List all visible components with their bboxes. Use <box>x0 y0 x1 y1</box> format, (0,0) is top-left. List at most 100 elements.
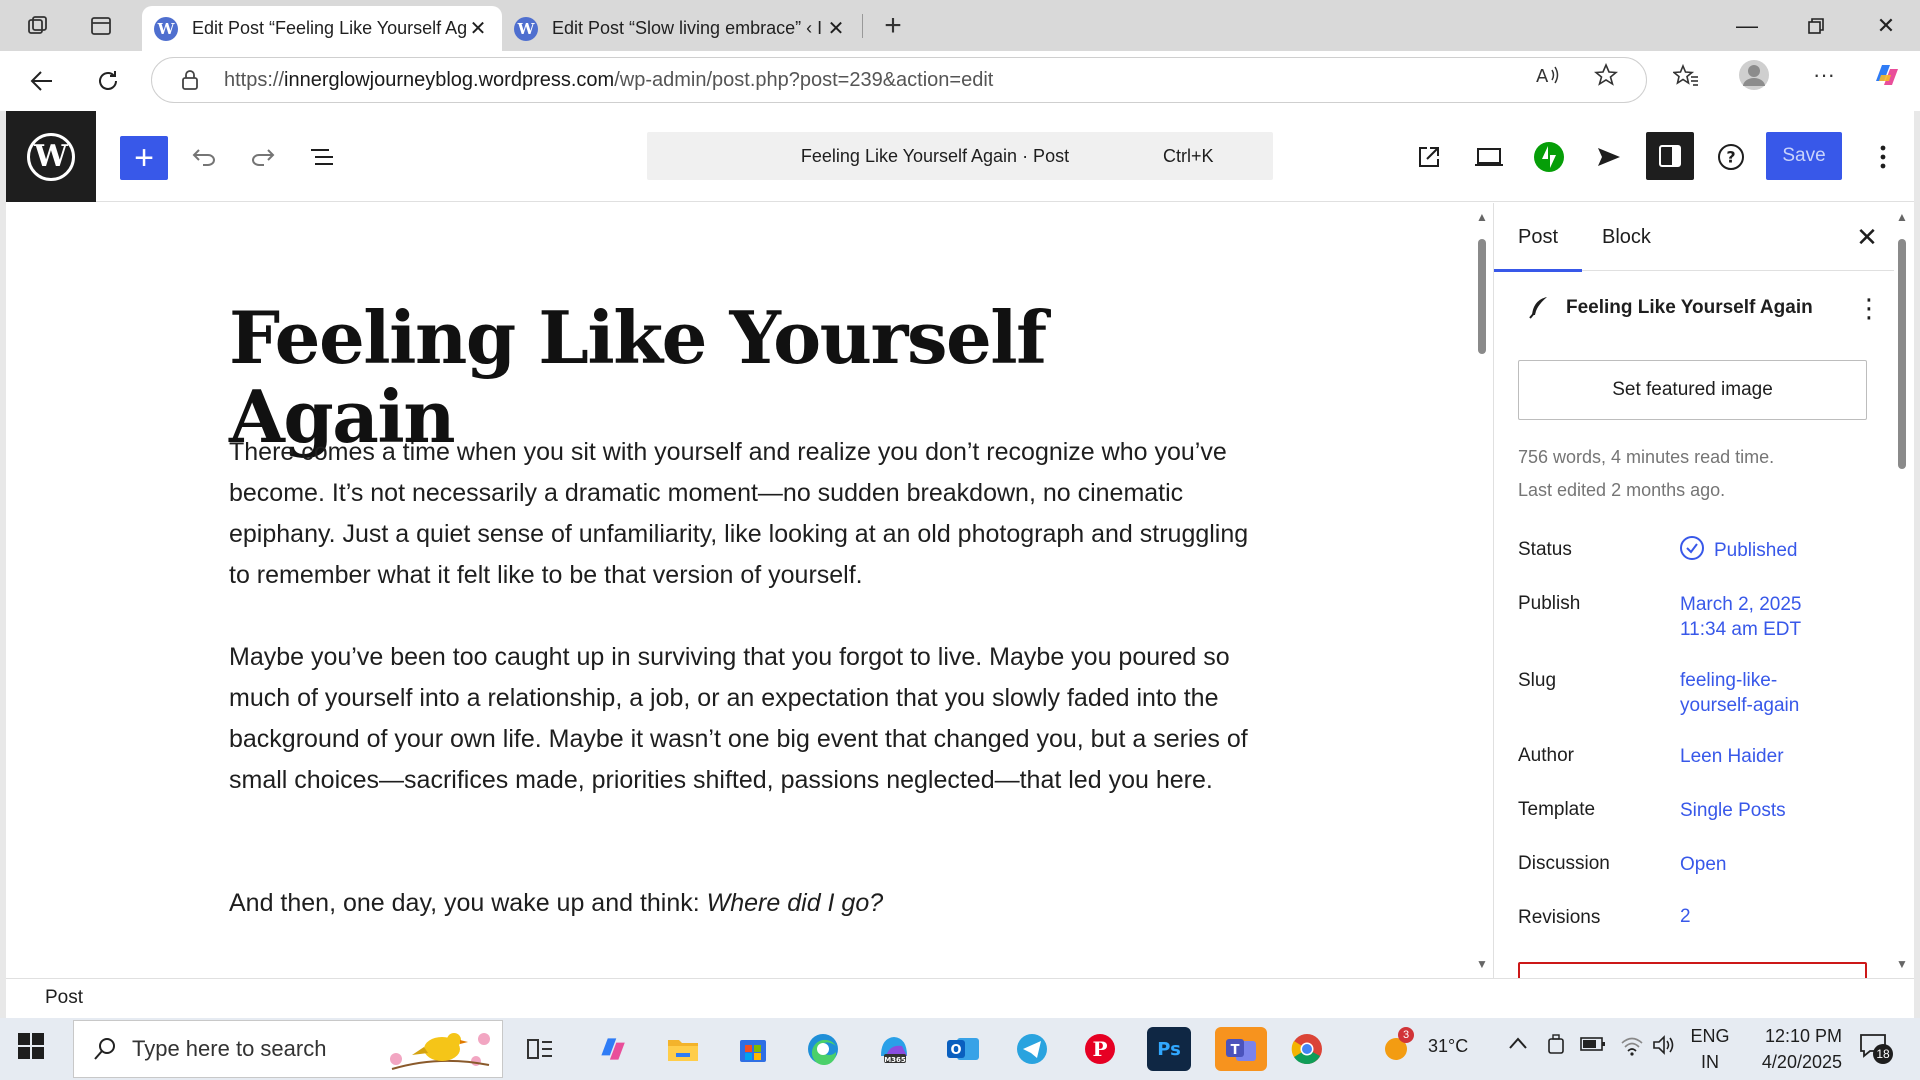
svg-text:T: T <box>1231 1043 1240 1058</box>
edge-browser-icon[interactable] <box>801 1027 845 1071</box>
tab-divider <box>862 14 863 38</box>
jetpack-icon[interactable] <box>1529 137 1569 177</box>
browser-tab-strip: W Edit Post “Feeling Like Yourself Ag ✕ … <box>0 0 1920 51</box>
favorite-star-icon[interactable] <box>1588 57 1624 93</box>
refresh-icon[interactable] <box>90 63 126 99</box>
svg-text:?: ? <box>1726 148 1735 167</box>
publish-time: 11:34 am EDT <box>1680 619 1802 640</box>
back-icon[interactable] <box>24 63 60 99</box>
editor-canvas[interactable]: Feeling Like Yourself Again There comes … <box>6 203 1490 978</box>
post-actions-kebab-icon[interactable]: ⋮ <box>1854 293 1884 325</box>
block-inserter-button[interactable]: + <box>120 136 168 180</box>
battery-icon[interactable] <box>1580 1036 1606 1057</box>
template-value[interactable]: Single Posts <box>1680 798 1880 823</box>
paragraph-block-2[interactable]: Maybe you’ve been too caught up in survi… <box>229 637 1259 801</box>
scroll-down-arrow-icon[interactable]: ▼ <box>1894 956 1910 972</box>
help-icon[interactable]: ? <box>1711 137 1751 177</box>
tab-edit-post-slow-living[interactable]: W Edit Post “Slow living embrace” ‹ I ✕ <box>502 6 860 51</box>
favorites-icon[interactable] <box>1668 57 1704 93</box>
taskbar-clock[interactable]: 12:10 PM 4/20/2025 <box>1742 1023 1842 1075</box>
revisions-value[interactable]: 2 <box>1680 904 1880 929</box>
close-tab-icon[interactable]: ✕ <box>824 16 848 41</box>
copilot-icon[interactable] <box>1868 57 1904 93</box>
paragraph-block-3[interactable]: And then, one day, you wake up and think… <box>229 883 1259 924</box>
address-bar[interactable]: https://innerglowjourneyblog.wordpress.c… <box>151 57 1647 103</box>
restore-button[interactable] <box>1788 8 1844 44</box>
telegram-icon[interactable] <box>1010 1027 1054 1071</box>
undo-icon[interactable] <box>184 137 224 177</box>
wordpress-logo-button[interactable]: W <box>6 111 96 202</box>
tab-title: Edit Post “Slow living embrace” ‹ I <box>552 18 823 38</box>
tray-chevron-up-icon[interactable] <box>1508 1034 1528 1055</box>
tab-title: Edit Post “Feeling Like Yourself Ag <box>192 18 466 38</box>
block-breadcrumb[interactable]: Post <box>45 987 83 1009</box>
discussion-value[interactable]: Open <box>1680 852 1880 877</box>
close-tab-icon[interactable]: ✕ <box>466 16 490 41</box>
more-menu-icon[interactable]: ··· <box>1806 57 1842 93</box>
url-text[interactable]: https://innerglowjourneyblog.wordpress.c… <box>224 69 993 92</box>
weather-temperature[interactable]: 31°C <box>1428 1036 1468 1057</box>
scrollbar-thumb[interactable] <box>1898 239 1906 469</box>
preview-device-icon[interactable] <box>1469 137 1509 177</box>
slug-value[interactable]: feeling-like-yourself-again <box>1680 668 1880 718</box>
scroll-up-arrow-icon[interactable]: ▲ <box>1474 209 1490 225</box>
options-kebab-icon[interactable] <box>1863 137 1903 177</box>
author-value[interactable]: Leen Haider <box>1680 744 1880 769</box>
new-tab-button[interactable]: + <box>875 8 911 44</box>
close-window-button[interactable]: ✕ <box>1858 8 1914 44</box>
close-sidebar-icon[interactable]: ✕ <box>1849 219 1885 255</box>
file-explorer-icon[interactable] <box>661 1027 705 1071</box>
wifi-icon[interactable] <box>1620 1034 1644 1061</box>
scroll-up-arrow-icon[interactable]: ▲ <box>1894 209 1910 225</box>
input-language-indicator[interactable]: ENG IN <box>1688 1023 1732 1075</box>
tab-edit-post-feeling[interactable]: W Edit Post “Feeling Like Yourself Ag ✕ <box>142 6 502 51</box>
vertical-tabs-icon[interactable] <box>83 8 119 44</box>
workspaces-icon[interactable] <box>20 8 56 44</box>
move-to-trash-button[interactable] <box>1518 962 1867 978</box>
slug-line-2: yourself-again <box>1680 695 1800 716</box>
settings-sidebar-toggle-button[interactable] <box>1646 132 1694 180</box>
device-icon[interactable] <box>1546 1034 1566 1061</box>
save-button[interactable]: Save <box>1766 132 1842 180</box>
wordpress-logo-icon: W <box>27 132 75 181</box>
url-scheme: https:// <box>224 68 285 91</box>
profile-avatar-icon[interactable] <box>1736 57 1772 93</box>
copilot-app-icon[interactable] <box>590 1027 634 1071</box>
windows-start-icon[interactable] <box>16 1031 52 1067</box>
sidebar-scrollbar[interactable]: ▲ ▼ <box>1894 209 1910 972</box>
pinterest-icon[interactable]: P <box>1078 1027 1122 1071</box>
taskbar-search-box[interactable]: Type here to search <box>73 1020 503 1078</box>
task-view-icon[interactable] <box>518 1027 562 1071</box>
scroll-down-arrow-icon[interactable]: ▼ <box>1474 956 1490 972</box>
teams-icon[interactable]: T <box>1215 1027 1267 1071</box>
tab-post[interactable]: Post <box>1494 203 1583 272</box>
tab-block[interactable]: Block <box>1602 203 1651 271</box>
post-feather-icon <box>1524 293 1554 323</box>
status-value[interactable]: Published <box>1714 538 1914 563</box>
canvas-scrollbar[interactable]: ▲ ▼ <box>1474 209 1490 972</box>
volume-icon[interactable] <box>1652 1034 1676 1061</box>
microsoft-store-icon[interactable] <box>731 1027 775 1071</box>
notifications-icon[interactable]: 18 <box>1858 1032 1894 1066</box>
minimize-button[interactable]: — <box>1719 8 1775 44</box>
set-featured-image-button[interactable]: Set featured image <box>1518 360 1867 420</box>
document-overview-icon[interactable] <box>303 137 343 177</box>
photoshop-icon[interactable]: Ps <box>1147 1027 1191 1071</box>
lock-icon[interactable] <box>176 69 204 91</box>
redo-icon[interactable] <box>243 137 283 177</box>
command-palette-bar[interactable]: Feeling Like Yourself Again · Post Ctrl+… <box>647 132 1273 180</box>
outlook-icon[interactable]: O <box>941 1027 985 1071</box>
scrollbar-thumb[interactable] <box>1478 239 1486 354</box>
weather-sun-icon[interactable]: 3 <box>1382 1027 1414 1063</box>
view-post-external-icon[interactable] <box>1409 137 1449 177</box>
chrome-icon[interactable] <box>1285 1027 1329 1071</box>
language-code: ENG <box>1690 1026 1730 1046</box>
send-publish-icon[interactable] <box>1589 137 1629 177</box>
paragraph-block-1[interactable]: There comes a time when you sit with you… <box>229 432 1259 596</box>
microsoft-365-icon[interactable]: M365 <box>872 1027 916 1071</box>
publish-label: Publish <box>1518 593 1581 614</box>
read-aloud-icon[interactable]: A <box>1530 57 1566 93</box>
status-label: Status <box>1518 539 1572 560</box>
discussion-label: Discussion <box>1518 853 1610 874</box>
publish-date-value[interactable]: March 2, 2025 11:34 am EDT <box>1680 592 1880 642</box>
